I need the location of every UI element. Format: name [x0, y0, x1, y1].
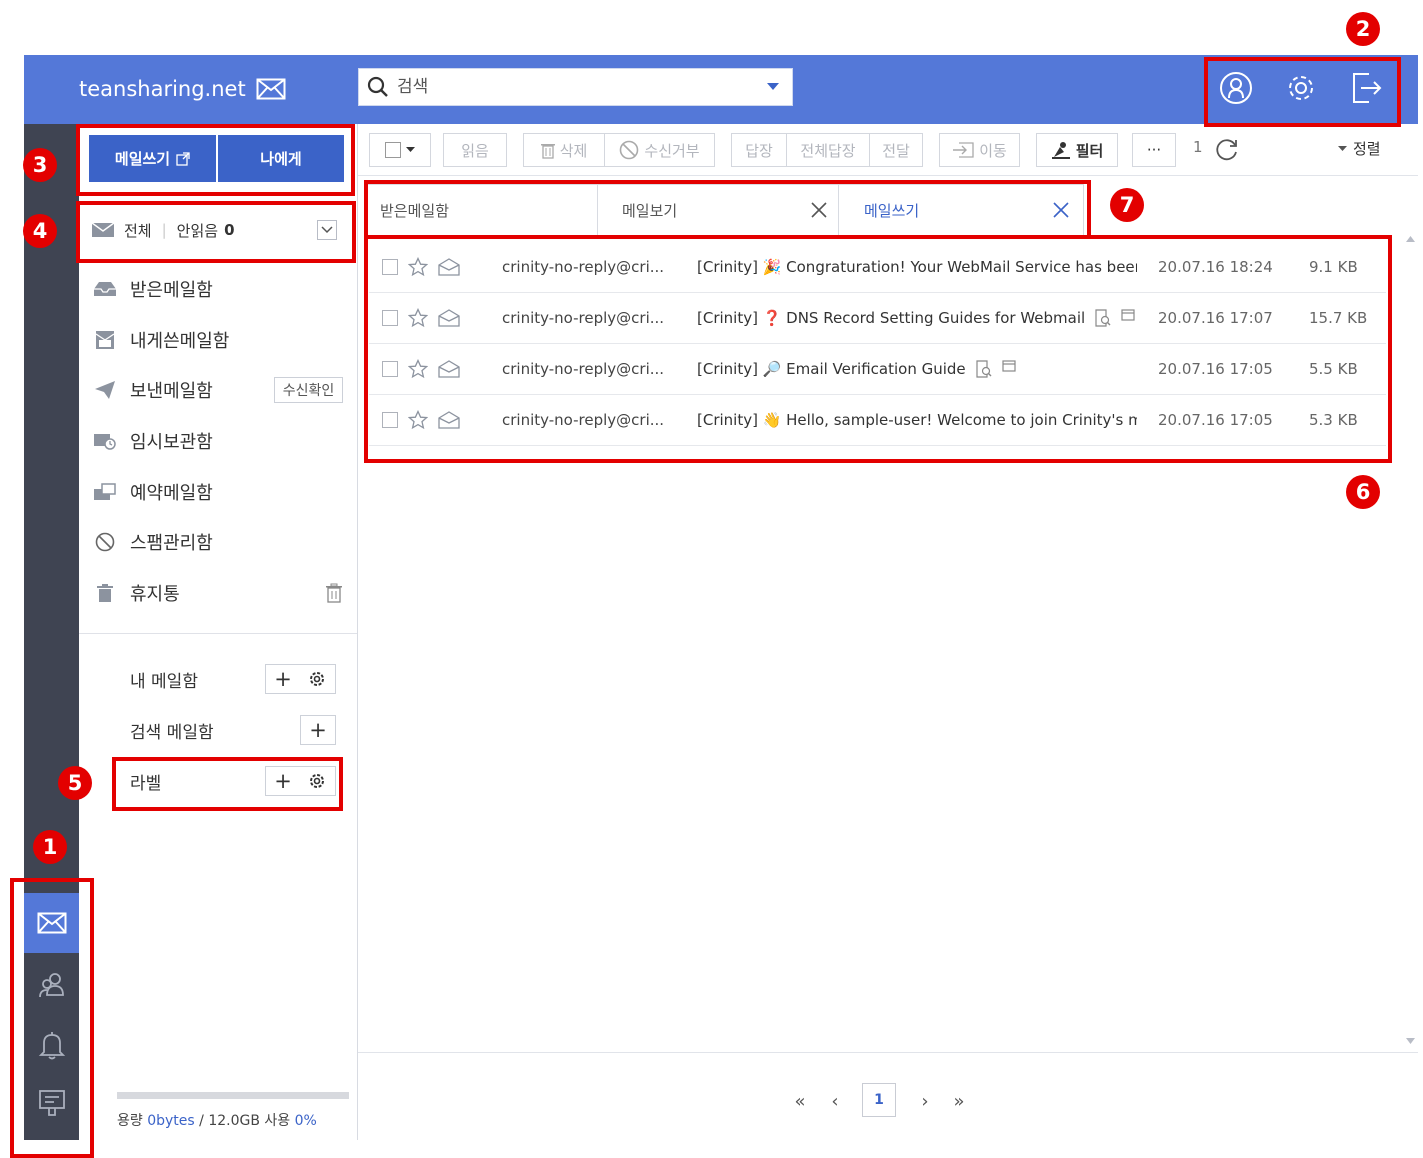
block-label: 수신거부 [644, 141, 700, 160]
folder-label: 스팸관리함 [130, 533, 213, 554]
draft-icon [94, 432, 116, 450]
first-page-button[interactable]: « [787, 1088, 813, 1114]
forward-button[interactable]: 전달 [869, 133, 923, 167]
trash-icon [540, 142, 555, 159]
folder-label: 예약메일함 [130, 483, 213, 504]
quota-prefix: 용량 [117, 1113, 143, 1129]
spam-icon [94, 532, 116, 552]
sidebar-divider [79, 633, 357, 634]
group-label: 내 메일함 [130, 671, 198, 692]
self-mail-icon [94, 330, 116, 350]
annotation-badge: 4 [23, 214, 57, 248]
annotation-box-1 [10, 878, 94, 1158]
prev-page-button[interactable]: ‹ [822, 1088, 848, 1114]
quota-text: 용량 0bytes / 12.0GB 사용 0% [117, 1110, 317, 1130]
sort-label: 정렬 [1353, 140, 1381, 158]
mail-list-scrollbar[interactable] [1403, 236, 1418, 1052]
page-indicator: 1 [1193, 138, 1203, 156]
brand-name: teansharing.net [79, 77, 246, 101]
folder-self-mail[interactable]: 내게쓴메일함 [94, 323, 349, 357]
search-input[interactable] [397, 77, 747, 97]
more-label: ··· [1146, 141, 1162, 159]
move-icon [952, 142, 974, 158]
folder-drafts[interactable]: 임시보관함 [94, 424, 349, 458]
search-mailbox-group[interactable]: 검색 메일함 [130, 715, 214, 745]
search-box[interactable] [358, 68, 793, 106]
reply-all-label: 전체답장 [800, 141, 856, 160]
search-mailbox-actions: + [300, 715, 336, 745]
group-label: 검색 메일함 [130, 722, 214, 743]
quota-total: / 12.0GB 사용 [199, 1113, 291, 1129]
search-dropdown-icon[interactable] [767, 83, 779, 91]
sort-button[interactable]: 정렬 [1338, 138, 1381, 159]
scroll-down-icon[interactable] [1406, 1038, 1415, 1044]
list-footer-divider [358, 1052, 1418, 1053]
mark-read-button[interactable]: 읽음 [443, 133, 507, 167]
inbox-icon [94, 281, 116, 297]
annotation-box-7 [364, 180, 1091, 239]
annotation-box-6 [364, 235, 1392, 463]
filter-label: 필터 [1075, 141, 1104, 160]
read-label: 읽음 [461, 141, 489, 160]
delete-label: 삭제 [559, 141, 588, 160]
caret-down-icon [1338, 145, 1347, 152]
reply-label: 답장 [745, 141, 773, 160]
folder-trash[interactable]: 휴지통 [94, 576, 349, 610]
folder-label: 보낸메일함 [130, 381, 213, 402]
empty-trash-icon[interactable] [325, 583, 343, 603]
folder-spam[interactable]: 스팸관리함 [94, 525, 349, 559]
folder-label: 휴지통 [130, 584, 180, 605]
refresh-icon[interactable] [1214, 137, 1240, 163]
search-icon [367, 76, 389, 98]
annotation-badge: 5 [58, 766, 92, 800]
more-actions-button[interactable]: ··· [1132, 133, 1176, 167]
brand-logo[interactable]: teansharing.net [79, 74, 286, 104]
add-mailbox-icon[interactable]: + [266, 665, 300, 693]
my-mailbox-actions: + [265, 664, 336, 694]
annotation-badge: 3 [23, 148, 57, 182]
caret-down-icon [406, 147, 415, 153]
annotation-badge: 1 [33, 830, 67, 864]
send-icon [94, 381, 116, 399]
mailbox-settings-icon[interactable] [300, 665, 334, 693]
scroll-up-icon[interactable] [1406, 236, 1415, 242]
add-search-mailbox-icon[interactable]: + [301, 716, 335, 744]
read-receipt-button[interactable]: 수신확인 [274, 377, 343, 403]
delete-button[interactable]: 삭제 [523, 133, 604, 167]
scheduled-icon [94, 483, 116, 501]
quota-bar [117, 1092, 349, 1099]
annotation-badge: 6 [1346, 475, 1380, 509]
block-sender-button[interactable]: 수신거부 [604, 133, 715, 167]
forward-label: 전달 [882, 141, 910, 160]
my-mailbox-group[interactable]: 내 메일함 [130, 664, 198, 694]
checkbox-icon [385, 142, 401, 158]
annotation-badge: 7 [1110, 188, 1144, 222]
mail-logo-icon [256, 78, 286, 100]
annotation-box-5 [112, 757, 343, 811]
block-icon [619, 140, 639, 160]
folder-label: 임시보관함 [130, 432, 213, 453]
annotation-badge: 2 [1346, 12, 1380, 46]
folder-label: 내게쓴메일함 [130, 331, 230, 352]
move-button[interactable]: 이동 [939, 133, 1020, 167]
annotation-box-2 [1204, 57, 1401, 127]
last-page-button[interactable]: » [946, 1088, 972, 1114]
current-page-button[interactable]: 1 [862, 1083, 896, 1117]
select-all-dropdown[interactable] [369, 133, 431, 167]
next-page-button[interactable]: › [912, 1088, 938, 1114]
folder-scheduled[interactable]: 예약메일함 [94, 475, 349, 509]
quota-used: 0bytes [147, 1113, 195, 1129]
annotation-box-4 [76, 201, 356, 263]
annotation-box-3 [76, 124, 355, 196]
folder-label: 받은메일함 [130, 280, 213, 301]
reply-button[interactable]: 답장 [731, 133, 786, 167]
folder-inbox[interactable]: 받은메일함 [94, 272, 349, 306]
move-label: 이동 [979, 141, 1007, 160]
reply-all-button[interactable]: 전체답장 [786, 133, 869, 167]
trash-icon [94, 584, 116, 602]
filter-icon [1051, 141, 1071, 159]
quota-percent: 0% [294, 1113, 317, 1129]
filter-button[interactable]: 필터 [1036, 133, 1118, 167]
